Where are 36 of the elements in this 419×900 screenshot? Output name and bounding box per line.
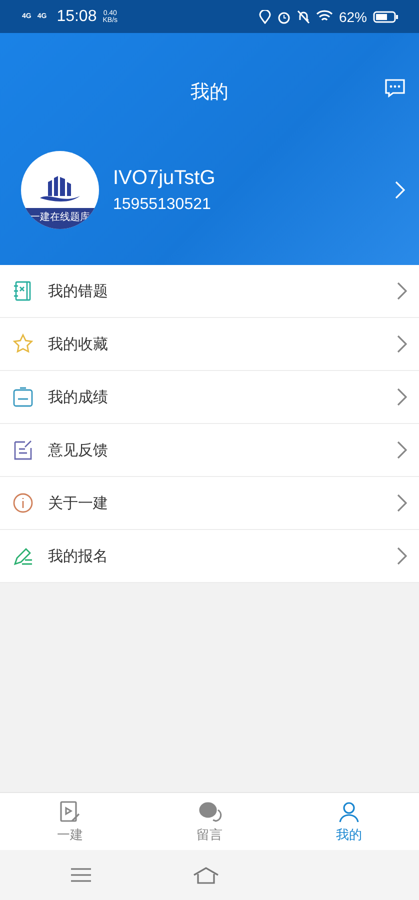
chevron-right-icon <box>395 181 405 199</box>
edit-note-icon <box>12 439 34 461</box>
tab[interactable]: 一建 <box>0 793 140 850</box>
chevron-right-icon <box>397 335 407 353</box>
chat-bubbles-icon <box>198 800 222 824</box>
menu-item[interactable]: 我的错题 <box>0 265 419 318</box>
phone-number: 15955130521 <box>113 196 212 214</box>
score-card-icon <box>12 386 34 408</box>
chevron-right-icon <box>397 494 407 512</box>
info-icon <box>12 492 34 514</box>
message-icon[interactable] <box>384 78 406 98</box>
alarm-icon <box>276 10 291 24</box>
home-icon[interactable] <box>192 866 220 884</box>
battery-percent: 62% <box>338 8 367 24</box>
menu-item[interactable]: 我的收藏 <box>0 318 419 371</box>
person-icon <box>337 800 362 824</box>
location-icon <box>258 10 271 24</box>
menu-item[interactable]: 意见反馈 <box>0 424 419 477</box>
chevron-right-icon <box>397 282 407 300</box>
menu-item[interactable]: 我的成绩 <box>0 371 419 424</box>
bell-off-icon <box>296 10 310 24</box>
clock-time: 15:08 <box>56 8 97 26</box>
battery-icon <box>373 10 399 22</box>
tab[interactable]: 我的 <box>279 793 419 850</box>
username: IVO7juTstG <box>113 166 216 190</box>
star-icon <box>12 333 34 355</box>
chevron-right-icon <box>397 547 407 565</box>
chevron-right-icon <box>397 441 407 459</box>
page-title: 我的 <box>190 80 228 105</box>
tab[interactable]: 留言 <box>140 793 280 850</box>
chevron-right-icon <box>397 388 407 406</box>
menu-item[interactable]: 我的报名 <box>0 530 419 583</box>
video-edit-icon <box>58 800 82 824</box>
wifi-icon <box>316 10 333 23</box>
menu-item[interactable]: 关于一建 <box>0 477 419 530</box>
menu-icon[interactable] <box>70 867 92 883</box>
